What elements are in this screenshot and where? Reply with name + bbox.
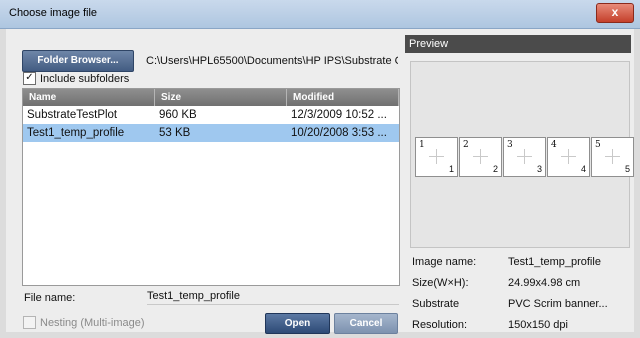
info-row-resolution: Resolution: 150x150 dpi	[412, 315, 628, 336]
crosshair-icon-vertical	[480, 149, 481, 164]
info-value: PVC Scrim banner...	[508, 298, 608, 310]
include-subfolders-checkbox[interactable]: ✓	[23, 72, 36, 85]
file-list-header: Name Size Modified	[23, 89, 399, 106]
nesting-label: Nesting (Multi-image)	[40, 316, 145, 329]
title-bar: Choose image file x	[0, 0, 640, 29]
thumbnail-index-bottom: 3	[536, 164, 542, 174]
column-header-name[interactable]: Name	[23, 89, 155, 106]
open-button[interactable]: Open	[265, 313, 330, 334]
column-header-modified[interactable]: Modified	[287, 89, 399, 106]
info-label: Image name:	[412, 256, 477, 268]
window-title: Choose image file	[9, 7, 98, 19]
info-value: Test1_temp_profile	[508, 256, 601, 268]
thumbnail-index-top: 4	[551, 140, 557, 150]
file-name-field[interactable]: Test1_temp_profile	[147, 290, 399, 305]
file-row-selected[interactable]: Test1_temp_profile 53 KB 10/20/2008 3:53…	[23, 124, 399, 142]
preview-thumbnail: 3 3	[503, 137, 546, 177]
info-row-image-name: Image name: Test1_temp_profile	[412, 252, 628, 273]
info-value: 150x150 dpi	[508, 319, 568, 331]
crosshair-icon-vertical	[612, 149, 613, 164]
info-label: Substrate	[412, 298, 460, 310]
thumbnail-index-top: 2	[463, 140, 469, 150]
thumbnail-index-bottom: 4	[580, 164, 586, 174]
file-name-cell: Test1_temp_profile	[27, 127, 125, 139]
info-value: 24.99x4.98 cm	[508, 277, 581, 289]
image-info-panel: Image name: Test1_temp_profile Size(W×H)…	[412, 252, 628, 336]
thumbnail-index-bottom: 5	[624, 164, 630, 174]
crosshair-icon-vertical	[436, 149, 437, 164]
file-list[interactable]: Name Size Modified SubstrateTestPlot 960…	[22, 88, 400, 286]
file-size-cell: 53 KB	[159, 127, 191, 139]
info-row-substrate: Substrate PVC Scrim banner...	[412, 294, 628, 315]
crosshair-icon-vertical	[524, 149, 525, 164]
file-modified-cell: 12/3/2009 10:52 ...	[291, 109, 387, 121]
close-button[interactable]: x	[596, 3, 634, 23]
file-name-cell: SubstrateTestPlot	[27, 109, 118, 121]
folder-path: C:\Users\HPL65500\Documents\HP IPS\Subst…	[146, 55, 398, 67]
preview-thumbnail: 1 1	[415, 137, 458, 177]
crosshair-icon-vertical	[568, 149, 569, 164]
column-header-size[interactable]: Size	[155, 89, 287, 106]
preview-thumbnail: 4 4	[547, 137, 590, 177]
info-label: Resolution:	[412, 319, 468, 331]
preview-thumbnails: 1 1 2 2 3 3 4 4 5 5	[415, 137, 634, 177]
preview-thumbnail: 5 5	[591, 137, 634, 177]
file-modified-cell: 10/20/2008 3:53 ...	[291, 127, 387, 139]
folder-browser-button[interactable]: Folder Browser...	[22, 50, 134, 72]
file-row[interactable]: SubstrateTestPlot 960 KB 12/3/2009 10:52…	[23, 106, 399, 124]
thumbnail-index-top: 3	[507, 140, 513, 150]
nesting-option: Nesting (Multi-image)	[23, 316, 145, 329]
thumbnail-index-bottom: 2	[492, 164, 498, 174]
thumbnail-index-top: 1	[419, 140, 425, 150]
file-name-label: File name:	[24, 292, 76, 304]
info-label: Size(W×H):	[412, 277, 469, 289]
close-icon: x	[611, 5, 619, 19]
nesting-checkbox	[23, 316, 36, 329]
include-subfolders-option[interactable]: ✓ Include subfolders	[23, 72, 129, 85]
preview-thumbnail: 2 2	[459, 137, 502, 177]
info-row-size: Size(W×H): 24.99x4.98 cm	[412, 273, 628, 294]
thumbnail-index-bottom: 1	[448, 164, 454, 174]
preview-header: Preview	[405, 35, 631, 53]
file-size-cell: 960 KB	[159, 109, 197, 121]
thumbnail-index-top: 5	[595, 140, 601, 150]
cancel-button[interactable]: Cancel	[334, 313, 398, 334]
include-subfolders-label: Include subfolders	[40, 72, 130, 85]
